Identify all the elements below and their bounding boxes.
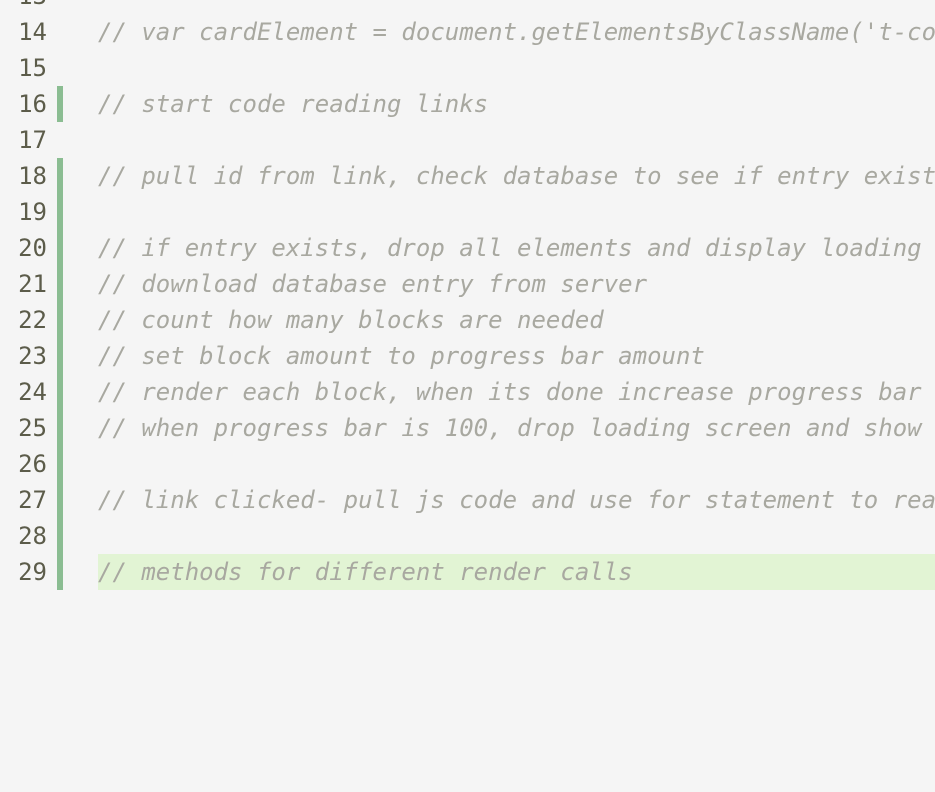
code-line[interactable]: 17 <box>0 122 935 158</box>
git-change-marker[interactable] <box>57 410 63 446</box>
code-line[interactable]: 15 <box>0 50 935 86</box>
line-number: 21 <box>18 270 47 298</box>
line-number: 23 <box>18 342 47 370</box>
line-number: 15 <box>18 54 47 82</box>
code-line[interactable]: 16 // start code reading links <box>0 86 935 122</box>
code-line[interactable]: 27 // link clicked- pull js code and use… <box>0 482 935 518</box>
current-code-line[interactable]: 29 // methods for different render calls <box>0 554 935 590</box>
line-text[interactable]: // set block amount to progress bar amou… <box>98 338 935 374</box>
line-text[interactable] <box>98 446 935 482</box>
code-line[interactable]: 28 <box>0 518 935 554</box>
line-number: 19 <box>18 198 47 226</box>
git-change-marker[interactable] <box>57 374 63 410</box>
git-change-marker[interactable] <box>57 518 63 554</box>
line-number: 24 <box>18 378 47 406</box>
line-number: 16 <box>18 90 47 118</box>
code-editor[interactable]: 13 14 // var cardElement = document.getE… <box>0 0 935 792</box>
line-text[interactable]: // render each block, when its done incr… <box>98 374 935 410</box>
line-number: 28 <box>18 522 47 550</box>
git-change-marker[interactable] <box>57 554 63 590</box>
line-text[interactable]: // download database entry from server <box>98 266 935 302</box>
line-number: 18 <box>18 162 47 190</box>
line-text[interactable]: // methods for different render calls <box>98 554 935 590</box>
line-text[interactable]: // count how many blocks are needed <box>98 302 935 338</box>
code-line[interactable]: 24 // render each block, when its done i… <box>0 374 935 410</box>
editor-lines: 13 14 // var cardElement = document.getE… <box>0 0 935 590</box>
line-text[interactable] <box>98 50 935 86</box>
line-number: 13 <box>0 0 47 14</box>
git-change-marker[interactable] <box>57 302 63 338</box>
git-change-marker[interactable] <box>57 158 63 194</box>
line-text[interactable]: // if entry exists, drop all elements an… <box>98 230 935 266</box>
git-change-marker[interactable] <box>57 338 63 374</box>
line-number: 14 <box>18 18 47 46</box>
line-number: 22 <box>18 306 47 334</box>
code-line[interactable]: 23 // set block amount to progress bar a… <box>0 338 935 374</box>
code-line[interactable]: 21 // download database entry from serve… <box>0 266 935 302</box>
git-change-marker[interactable] <box>57 230 63 266</box>
line-number: 20 <box>18 234 47 262</box>
git-change-marker[interactable] <box>57 266 63 302</box>
line-number: 26 <box>18 450 47 478</box>
code-line[interactable]: 18 // pull id from link, check database … <box>0 158 935 194</box>
code-line[interactable]: 14 // var cardElement = document.getElem… <box>0 14 935 50</box>
code-line[interactable]: 26 <box>0 446 935 482</box>
git-change-marker[interactable] <box>57 446 63 482</box>
line-text[interactable]: // when progress bar is 100, drop loadin… <box>98 410 935 446</box>
line-text[interactable]: // pull id from link, check database to … <box>98 158 935 194</box>
code-line[interactable]: 22 // count how many blocks are needed <box>0 302 935 338</box>
line-text[interactable]: // start code reading links <box>98 86 935 122</box>
line-text[interactable] <box>98 122 935 158</box>
git-change-marker[interactable] <box>57 194 63 230</box>
line-number: 17 <box>18 126 47 154</box>
git-change-marker[interactable] <box>57 482 63 518</box>
line-number: 27 <box>18 486 47 514</box>
line-text[interactable] <box>98 0 935 14</box>
code-line[interactable]: 13 <box>0 0 935 14</box>
line-text[interactable] <box>98 518 935 554</box>
line-text[interactable]: // var cardElement = document.getElement… <box>98 14 935 50</box>
line-number: 29 <box>18 558 47 586</box>
code-line[interactable]: 20 // if entry exists, drop all elements… <box>0 230 935 266</box>
code-line[interactable]: 19 <box>0 194 935 230</box>
line-number: 25 <box>18 414 47 442</box>
git-change-marker[interactable] <box>57 86 63 122</box>
line-text[interactable]: // link clicked- pull js code and use fo… <box>98 482 935 518</box>
line-text[interactable] <box>98 194 935 230</box>
code-line[interactable]: 25 // when progress bar is 100, drop loa… <box>0 410 935 446</box>
